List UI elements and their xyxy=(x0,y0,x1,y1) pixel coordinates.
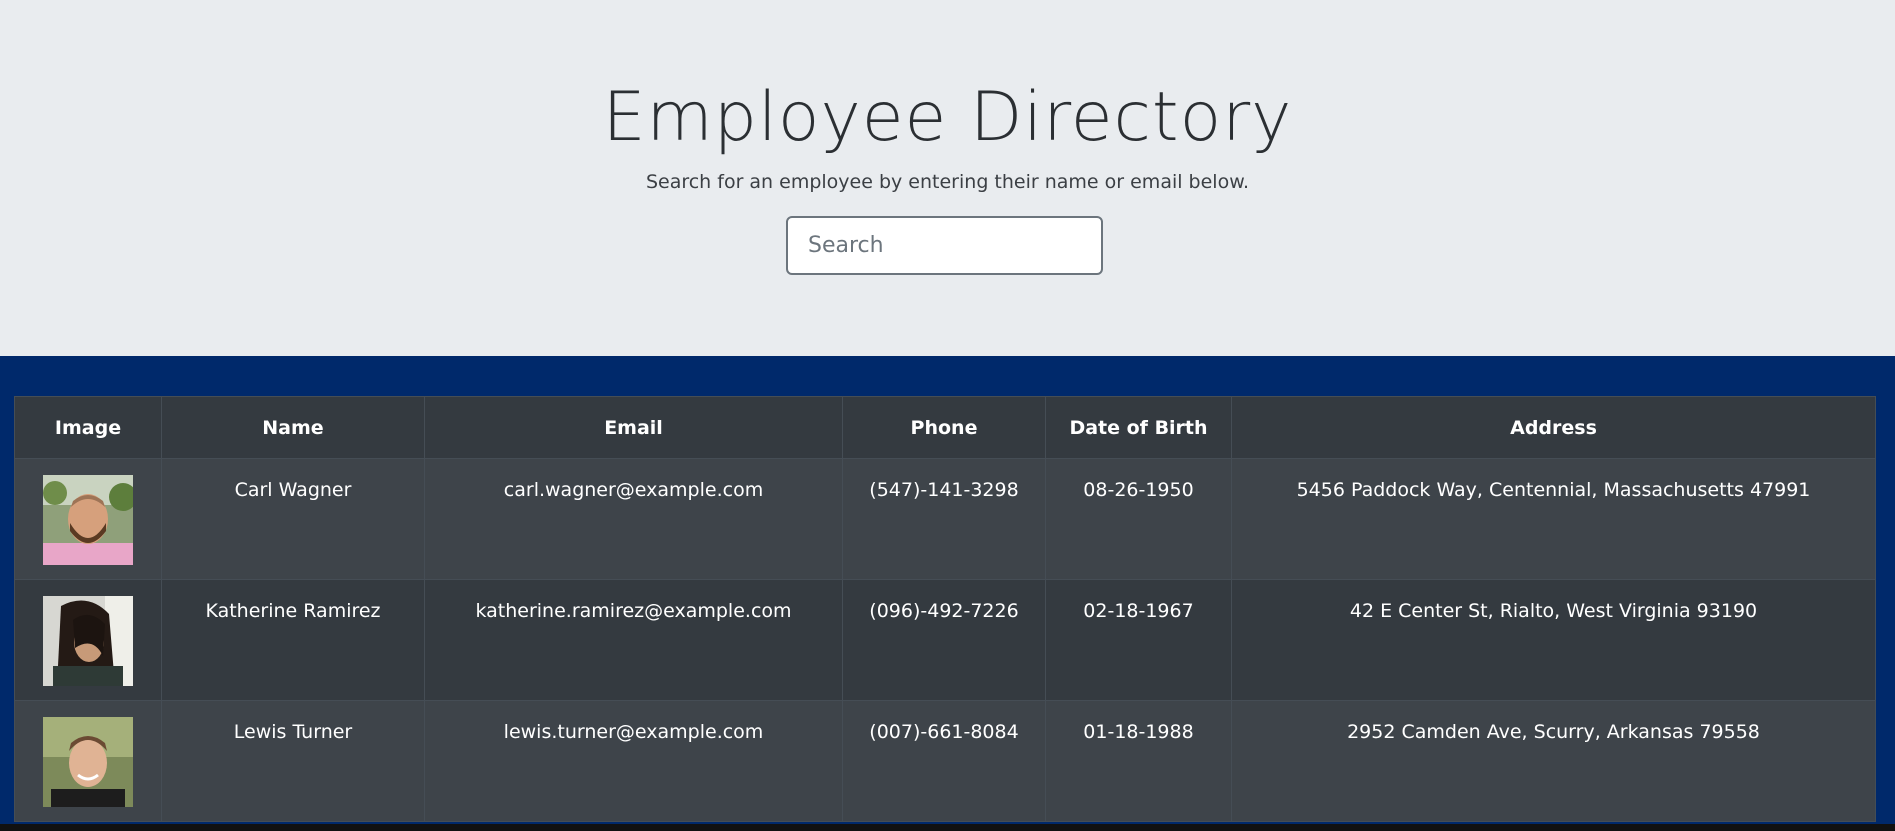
employee-address: 5456 Paddock Way, Centennial, Massachuse… xyxy=(1231,458,1876,580)
image-cell xyxy=(14,700,162,822)
column-header-name[interactable]: Name xyxy=(161,396,425,459)
employee-email: carl.wagner@example.com xyxy=(424,458,843,580)
employee-dob: 01-18-1988 xyxy=(1045,700,1232,822)
header-jumbotron: Employee Directory Search for an employe… xyxy=(0,0,1895,356)
table-row: Carl Wagner carl.wagner@example.com (547… xyxy=(14,458,1876,580)
column-header-image[interactable]: Image xyxy=(14,396,162,459)
employee-photo xyxy=(43,717,133,807)
employee-table: Image Name Email Phone Date of Birth Add… xyxy=(14,396,1876,822)
table-row: Katherine Ramirez katherine.ramirez@exam… xyxy=(14,579,1876,701)
employee-table-container: Image Name Email Phone Date of Birth Add… xyxy=(14,396,1876,822)
employee-address: 42 E Center St, Rialto, West Virginia 93… xyxy=(1231,579,1876,701)
employee-email: katherine.ramirez@example.com xyxy=(424,579,843,701)
table-row: Lewis Turner lewis.turner@example.com (0… xyxy=(14,700,1876,822)
employee-name: Lewis Turner xyxy=(161,700,425,822)
employee-address: 2952 Camden Ave, Scurry, Arkansas 79558 xyxy=(1231,700,1876,822)
page-subtitle: Search for an employee by entering their… xyxy=(645,171,1250,193)
employee-email: lewis.turner@example.com xyxy=(424,700,843,822)
image-cell xyxy=(14,579,162,701)
search-input[interactable] xyxy=(786,216,1103,275)
employee-phone: (547)-141-3298 xyxy=(842,458,1046,580)
column-header-phone[interactable]: Phone xyxy=(842,396,1046,459)
bottom-edge xyxy=(0,824,1895,831)
employee-photo xyxy=(43,475,133,565)
employee-photo xyxy=(43,596,133,686)
column-header-address[interactable]: Address xyxy=(1231,396,1876,459)
image-cell xyxy=(14,458,162,580)
table-header-row: Image Name Email Phone Date of Birth Add… xyxy=(14,396,1876,459)
employee-dob: 02-18-1967 xyxy=(1045,579,1232,701)
employee-name: Katherine Ramirez xyxy=(161,579,425,701)
employee-phone: (096)-492-7226 xyxy=(842,579,1046,701)
column-header-dob[interactable]: Date of Birth xyxy=(1045,396,1232,459)
page-title: Employee Directory xyxy=(602,78,1293,157)
employee-dob: 08-26-1950 xyxy=(1045,458,1232,580)
column-header-email[interactable]: Email xyxy=(424,396,843,459)
employee-name: Carl Wagner xyxy=(161,458,425,580)
employee-phone: (007)-661-8084 xyxy=(842,700,1046,822)
